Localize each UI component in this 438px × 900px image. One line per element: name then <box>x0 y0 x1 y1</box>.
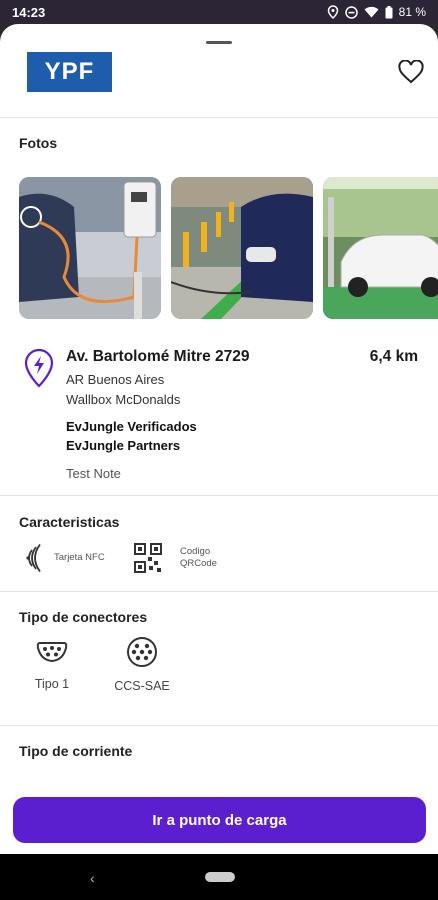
nfc-icon <box>26 544 41 572</box>
feature-qrcode-label: Codigo QRCode <box>180 546 217 570</box>
connector-type1-label: Tipo 1 <box>34 677 70 691</box>
type1-connector-icon <box>36 642 68 663</box>
back-chevron-icon[interactable]: ‹ <box>90 870 95 886</box>
current-section-title: Tipo de corriente <box>19 743 133 759</box>
divider <box>0 591 438 592</box>
station-note: Test Note <box>66 466 121 481</box>
connector-ccs-sae-label: CCS-SAE <box>114 679 170 693</box>
station-place: Wallbox McDonalds <box>66 392 181 407</box>
feature-qrcode: Codigo QRCode <box>134 543 217 573</box>
wifi-icon <box>364 6 379 18</box>
photo-1[interactable] <box>19 177 161 319</box>
qr-code-icon <box>134 543 162 573</box>
ypf-logo: YPF <box>27 52 112 92</box>
status-icons: 81 % <box>327 5 426 19</box>
status-time: 14:23 <box>12 4 46 20</box>
feature-qrcode-label-line2: QRCode <box>180 558 217 569</box>
divider <box>0 725 438 726</box>
feature-nfc: Tarjeta NFC <box>24 544 105 572</box>
photo-3[interactable] <box>323 177 438 319</box>
station-distance: 6,4 km <box>369 348 418 365</box>
charging-location-pin-icon <box>24 348 54 388</box>
connectors-section-title: Tipo de conectores <box>19 609 148 625</box>
ccs-sae-connector-icon <box>127 637 157 667</box>
connector-ccs-sae: CCS-SAE <box>97 636 187 693</box>
home-pill[interactable] <box>205 872 235 882</box>
dnd-icon <box>344 5 358 19</box>
feature-nfc-label: Tarjeta NFC <box>54 552 105 563</box>
go-to-charging-point-button[interactable]: Ir a punto de carga <box>13 797 426 843</box>
divider <box>0 495 438 496</box>
feature-qrcode-label-line1: Codigo <box>180 546 211 557</box>
system-navigation-bar: ‹ <box>0 854 438 900</box>
status-bar: 14:23 81 % <box>0 0 438 24</box>
photos-section-title: Fotos <box>19 135 58 151</box>
station-address: Av. Bartolomé Mitre 2729 <box>66 348 250 365</box>
photo-gallery[interactable] <box>19 177 438 319</box>
tag-partners: EvJungle Partners <box>66 438 181 453</box>
connector-type1: Tipo 1 <box>7 640 97 691</box>
sheet-header: YPF <box>0 24 438 118</box>
tag-verified: EvJungle Verificados <box>66 419 197 434</box>
favorite-heart-icon[interactable] <box>398 60 424 84</box>
station-detail-sheet: YPF Fotos Av. Bartolomé Mitre 2729 6,4 k… <box>0 24 438 854</box>
features-section-title: Caracteristicas <box>19 514 120 530</box>
station-city: AR Buenos Aires <box>66 372 165 387</box>
photo-2[interactable] <box>171 177 313 319</box>
battery-level: 81 % <box>398 5 426 19</box>
location-icon <box>327 5 338 19</box>
battery-icon <box>385 5 393 18</box>
